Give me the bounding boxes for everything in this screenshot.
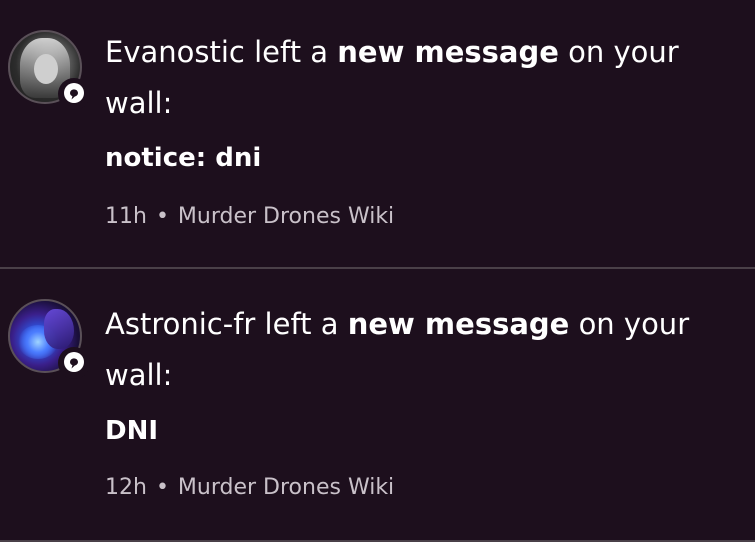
speech-bubble-icon [63,83,85,105]
wiki-name[interactable]: Murder Drones Wiki [178,204,394,229]
notification-headline-line2: wall: [105,78,172,129]
avatar-face [34,54,58,84]
avatar-container[interactable] [8,299,90,379]
action-prefix: left a [264,307,339,341]
timestamp: 12h [105,475,147,500]
notification-item[interactable]: Evanostic left a new message on your wal… [0,0,755,267]
meta-separator: • [155,204,169,229]
message-preview[interactable]: DNI [105,414,158,448]
action-suffix: on your [568,35,679,69]
notification-meta: 11h • Murder Drones Wiki [105,202,394,232]
speech-bubble-icon [63,352,85,374]
action-line2: wall: [105,86,173,120]
avatar-shape [44,309,74,349]
action-prefix: left a [254,35,329,69]
actor-name[interactable]: Astronic-fr [105,307,255,341]
new-message-link[interactable]: new message [348,307,570,341]
meta-separator: • [155,475,169,500]
wiki-name[interactable]: Murder Drones Wiki [178,475,394,500]
action-suffix: on your [578,307,690,341]
timestamp: 11h [105,204,147,229]
notification-headline-line2: wall: [105,350,172,401]
notification-headline: Evanostic left a new message on your [105,27,679,78]
message-badge [58,347,90,379]
action-line2: wall: [105,358,173,392]
notification-meta: 12h • Murder Drones Wiki [105,473,394,503]
avatar-container[interactable] [8,30,90,110]
new-message-link[interactable]: new message [337,35,559,69]
notification-feed: Evanostic left a new message on your wal… [0,0,755,542]
notification-headline: Astronic-fr left a new message on your [105,299,689,350]
notification-item[interactable]: Astronic-fr left a new message on your w… [0,269,755,540]
message-preview[interactable]: notice: dni [105,141,261,175]
message-badge [58,78,90,110]
actor-name[interactable]: Evanostic [105,35,245,69]
